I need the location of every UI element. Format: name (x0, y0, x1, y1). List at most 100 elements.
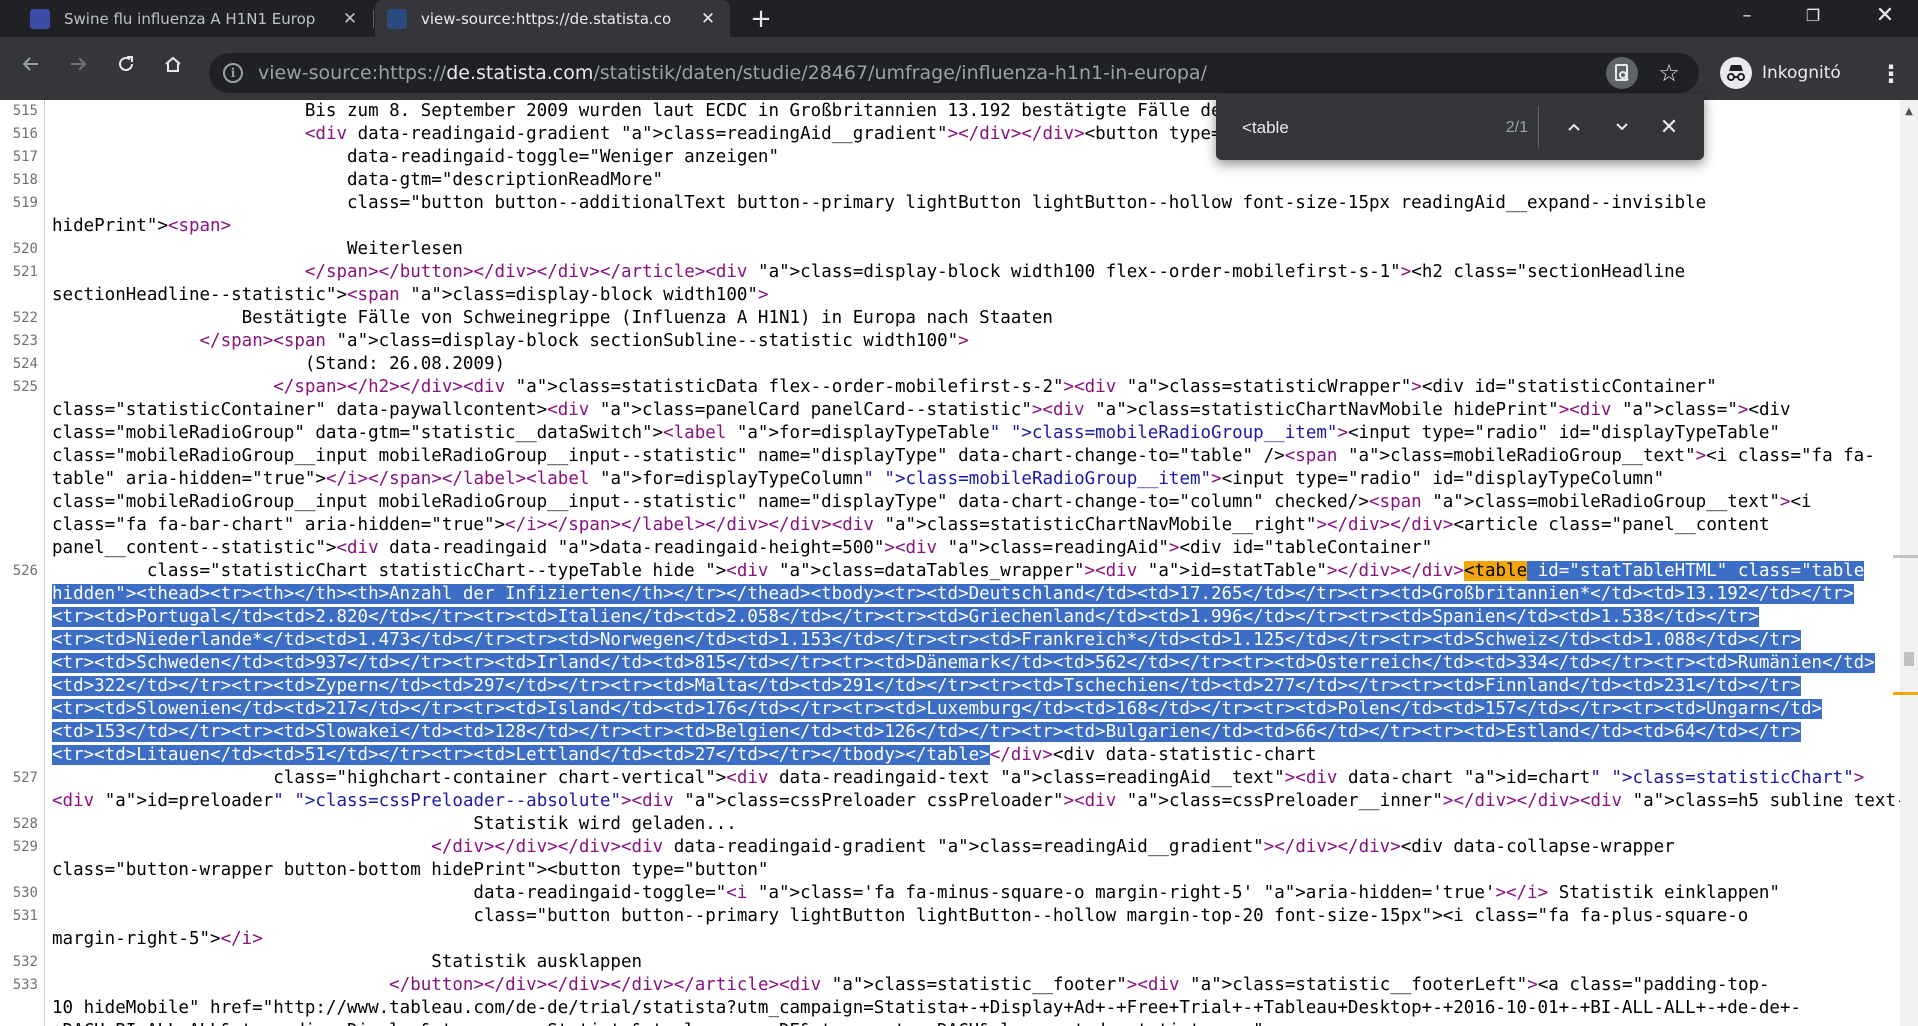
source-line: <div "a">id=preloader" ">class=cssPreloa… (0, 790, 1900, 813)
line-code: </span><span "a">class=display-block sec… (199, 331, 969, 351)
arrow-right-icon[interactable] (61, 51, 95, 85)
home-icon[interactable] (156, 51, 190, 85)
url-text[interactable]: view-source:https://de.statista.com/stat… (258, 53, 1207, 93)
line-code: margin-right-5"></i> (52, 929, 263, 949)
line-gutter (44, 537, 45, 560)
line-gutter (44, 928, 45, 951)
line-code: Statistik wird geladen... (52, 814, 737, 834)
line-gutter (44, 606, 45, 629)
line-number: 529 (12, 839, 38, 855)
line-code: <tr><td>Slowenien</td><td>217</td></tr><… (52, 698, 1823, 721)
tab-view-source[interactable]: view-source:https://de.statista.co ✕ (375, 0, 730, 37)
line-code: <tr><td>Schweden</td><td>937</td></tr><t… (52, 652, 1875, 675)
source-line: <td>322</td></tr><tr><td>Zypern</td><td>… (0, 675, 1900, 698)
line-gutter (44, 284, 45, 307)
line-gutter (44, 721, 45, 744)
line-code: class="statisticContainer" data-paywallc… (52, 400, 1791, 420)
new-tab-plus-icon[interactable]: + (746, 4, 776, 34)
chevron-up-icon[interactable] (1558, 112, 1590, 144)
selection: <td>322</td></tr><tr><td>Zypern</td><td>… (52, 676, 1801, 696)
line-code: data-readingaid-toggle="<i "a">class='fa… (52, 883, 1780, 903)
incognito-profile-button[interactable]: Inkognitó (1712, 53, 1872, 93)
line-code: (Stand: 26.08.2009) (52, 354, 506, 374)
tab-title: Swine flu influenza A H1N1 Europ (64, 9, 316, 28)
line-code: table" aria-hidden="true"></i></span></l… (52, 469, 1665, 489)
line-number: 532 (12, 954, 38, 970)
source-view[interactable]: 515 Bis zum 8. September 2009 wurden lau… (0, 100, 1900, 1026)
line-number: 525 (12, 379, 38, 395)
line-code: data-readingaid-toggle="Weniger anzeigen… (52, 147, 779, 167)
window-close-icon[interactable]: ✕ (1852, 0, 1918, 32)
source-line: <td>153</td></tr><tr><td>Slowakei</td><t… (0, 721, 1900, 744)
vertical-scrollbar[interactable]: ▲ (1900, 100, 1918, 1026)
line-gutter (44, 790, 45, 813)
line-number: 527 (12, 770, 38, 786)
scroll-up-arrow-icon[interactable]: ▲ (1903, 106, 1915, 118)
star-icon[interactable]: ☆ (1649, 53, 1689, 93)
scrollbar-thumb[interactable] (1904, 652, 1914, 666)
line-code: data-gtm="descriptionReadMore" (52, 170, 664, 190)
source-line: 530 data-readingaid-toggle="<i "a">class… (0, 882, 1900, 905)
source-line: sectionHeadline--statistic"><span "a">cl… (0, 284, 1900, 307)
line-code: sectionHeadline--statistic"><span "a">cl… (52, 285, 769, 305)
source-line: <tr><td>Litauen</td><td>51</td></tr><tr>… (0, 744, 1900, 767)
line-code: class="button-wrapper button-bottom hide… (52, 860, 769, 880)
line-number: 523 (12, 333, 38, 349)
line-number: 530 (12, 885, 38, 901)
reload-icon[interactable] (109, 51, 143, 85)
chevron-down-icon[interactable] (1606, 112, 1638, 144)
line-code: class="button button--primary lightButto… (52, 906, 1749, 926)
source-line: 528 Statistik wird geladen... (0, 813, 1900, 836)
line-gutter (44, 629, 45, 652)
line-gutter (44, 307, 45, 330)
find-match: <table (1463, 561, 1528, 581)
tab-close-icon[interactable]: ✕ (698, 9, 718, 29)
source-line: 521 </span></button></div></div></articl… (0, 261, 1900, 284)
line-gutter (44, 652, 45, 675)
source-line: 533 </button></div></div></div></article… (0, 974, 1900, 997)
line-number: 518 (12, 172, 38, 188)
menu-icon[interactable]: ⋮ (1876, 59, 1906, 89)
source-line: margin-right-5"></i> (0, 928, 1900, 951)
source-line: table" aria-hidden="true"></i></span></l… (0, 468, 1900, 491)
line-code: class="mobileRadioGroup__input mobileRad… (52, 492, 1812, 512)
minimize-icon[interactable]: – (1714, 0, 1780, 32)
line-gutter (44, 514, 45, 537)
find-in-page-icon[interactable] (1606, 57, 1638, 89)
source-line: <tr><td>Niederlande*</td><td>1.473</td><… (0, 629, 1900, 652)
line-code: Statistik ausklappen (52, 952, 643, 972)
tab-close-icon[interactable]: ✕ (340, 9, 360, 29)
line-gutter (44, 744, 45, 767)
line-code: <td>153</td></tr><tr><td>Slowakei</td><t… (52, 721, 1801, 744)
line-number: 519 (12, 195, 38, 211)
address-bar[interactable]: i view-source:https://de.statista.com/st… (209, 53, 1699, 93)
line-gutter (44, 767, 45, 790)
line-gutter (44, 422, 45, 445)
restore-icon[interactable]: ❐ (1780, 0, 1846, 32)
source-line: +DACH-BI-ALL-ALL&utm_medium=Display&utm_… (0, 1020, 1900, 1026)
browser-toolbar: i view-source:https://de.statista.com/st… (0, 37, 1918, 100)
scrollbar-position-marker (1893, 555, 1918, 558)
line-gutter (44, 215, 45, 238)
url-domain: de.statista.com (446, 62, 594, 84)
line-gutter (44, 445, 45, 468)
tab-swine-flu[interactable]: Swine flu influenza A H1N1 Europ ✕ (18, 0, 372, 37)
arrow-left-icon[interactable] (14, 51, 48, 85)
line-code: <div "a">id=preloader" ">class=cssPreloa… (52, 791, 1900, 811)
line-code: class="mobileRadioGroup__input mobileRad… (52, 446, 1875, 466)
line-code: </button></div></div></div></article><di… (389, 975, 1770, 995)
line-code: Bestätigte Fälle von Schweinegrippe (Inf… (52, 308, 1053, 328)
line-code: <div data-readingaid-gradient "a">class=… (304, 124, 1306, 144)
source-line: panel__content--statistic"><div data-rea… (0, 537, 1900, 560)
line-gutter (44, 238, 45, 261)
find-input[interactable]: <table (1242, 116, 1442, 140)
close-icon[interactable]: ✕ (1653, 112, 1685, 144)
source-line: class="mobileRadioGroup__input mobileRad… (0, 491, 1900, 514)
incognito-label: Inkognitó (1762, 63, 1841, 83)
line-code: Weiterlesen (52, 239, 463, 259)
line-number: 531 (12, 908, 38, 924)
selection: <tr><td>Schweden</td><td>937</td></tr><t… (52, 653, 1875, 673)
line-code: <tr><td>Niederlande*</td><td>1.473</td><… (52, 629, 1801, 652)
info-icon[interactable]: i (223, 63, 243, 83)
line-gutter (44, 882, 45, 905)
